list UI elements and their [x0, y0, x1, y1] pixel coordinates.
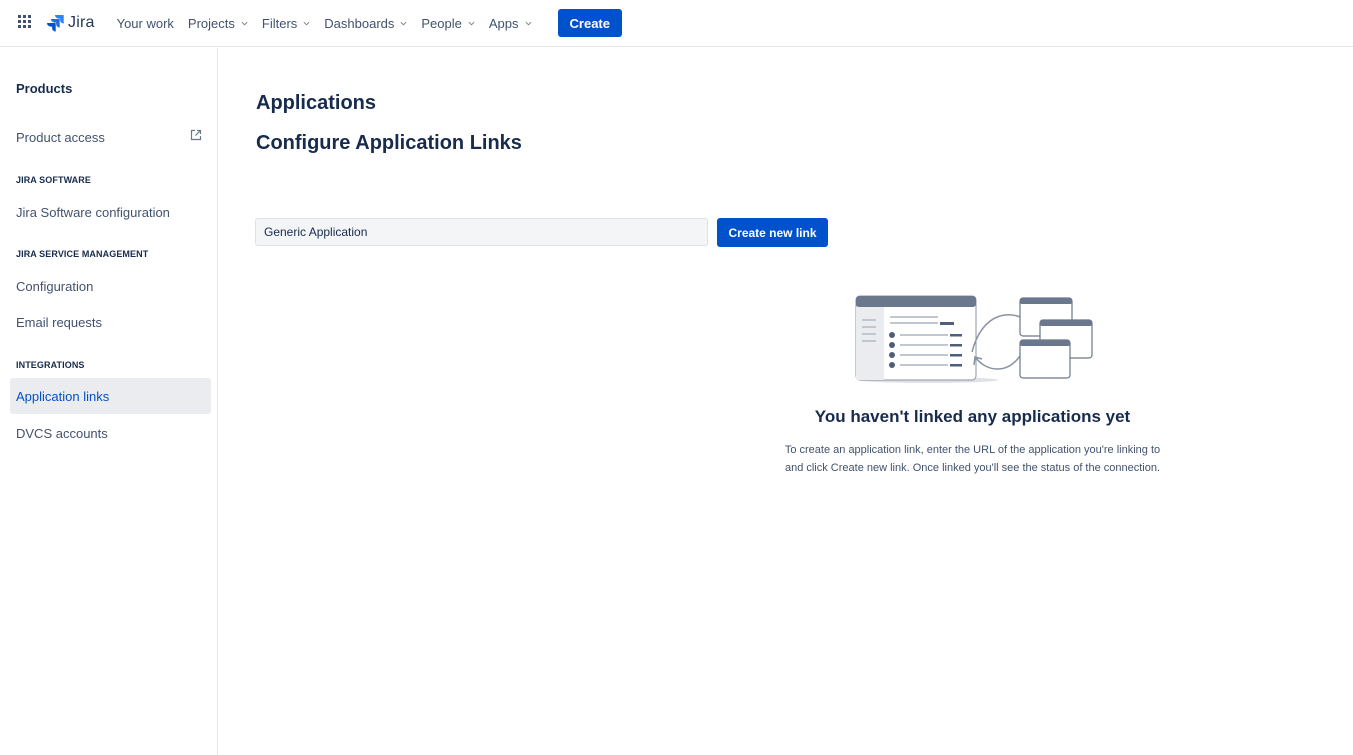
page-title: Applications — [256, 92, 377, 114]
sidebar-item-application-links[interactable]: Application links — [10, 378, 211, 414]
chevron-down-icon — [468, 21, 475, 25]
create-new-link-button[interactable]: Create new link — [717, 218, 828, 247]
sidebar-item-dvcs-accounts[interactable]: DVCS accounts — [10, 415, 211, 451]
application-url-input[interactable] — [255, 218, 708, 246]
sidebar-products-title: Products — [16, 81, 73, 96]
jira-logo-icon — [47, 15, 64, 32]
nav-people-label: People — [421, 15, 462, 31]
nav-dashboards-label: Dashboards — [324, 15, 395, 31]
nav-projects-label: Projects — [187, 15, 235, 31]
chevron-down-icon — [525, 21, 531, 25]
top-navigation: Jira Your work Projects Filters Dashboar… — [0, 0, 1353, 47]
sidebar-item-label: Jira Software configuration — [16, 204, 170, 220]
nav-your-work-label: Your work — [116, 15, 174, 31]
empty-state-description: To create an application link, enter the… — [784, 444, 1161, 474]
chevron-down-icon — [400, 21, 407, 25]
chevron-down-icon — [241, 21, 248, 25]
logo-text: Jira — [68, 14, 95, 31]
jira-logo[interactable]: Jira — [46, 14, 95, 32]
app-switcher-icon[interactable] — [16, 13, 36, 33]
nav-filters[interactable]: Filters — [262, 16, 310, 31]
nav-apps[interactable]: Apps — [489, 16, 532, 31]
nav-projects[interactable]: Projects — [188, 16, 248, 31]
sidebar-item-email-requests[interactable]: Email requests — [10, 304, 211, 340]
chevron-down-icon — [303, 21, 310, 25]
sidebar-item-label: DVCS accounts — [16, 425, 108, 441]
sidebar-item-label: Product access — [16, 129, 105, 145]
sidebar-section-jira-software: JIRA SOFTWARE — [16, 175, 91, 185]
create-button[interactable]: Create — [557, 9, 622, 37]
page-subtitle: Configure Application Links — [256, 132, 522, 154]
sidebar-section-service-management: JIRA SERVICE MANAGEMENT — [16, 249, 149, 259]
sidebar-item-label: Configuration — [16, 278, 94, 294]
sidebar-item-configuration[interactable]: Configuration — [10, 268, 211, 304]
nav-people[interactable]: People — [421, 15, 475, 31]
sidebar-item-product-access[interactable]: Product access — [10, 119, 211, 155]
application-links-illustration — [855, 295, 1093, 383]
external-link-icon — [190, 129, 202, 141]
sidebar-item-jira-software-configuration[interactable]: Jira Software configuration — [10, 194, 211, 230]
empty-state-heading: You haven't linked any applications yet — [814, 407, 1131, 426]
nav-dashboards[interactable]: Dashboards — [324, 16, 407, 31]
nav-your-work[interactable]: Your work — [117, 16, 174, 31]
admin-sidebar: Products Product access JIRA SOFTWARE Ji… — [0, 48, 218, 755]
nav-apps-label: Apps — [488, 15, 519, 31]
sidebar-item-label: Application links — [16, 388, 110, 404]
sidebar-item-label: Email requests — [16, 314, 102, 330]
nav-filters-label: Filters — [261, 15, 298, 31]
sidebar-section-integrations: INTEGRATIONS — [16, 360, 85, 370]
